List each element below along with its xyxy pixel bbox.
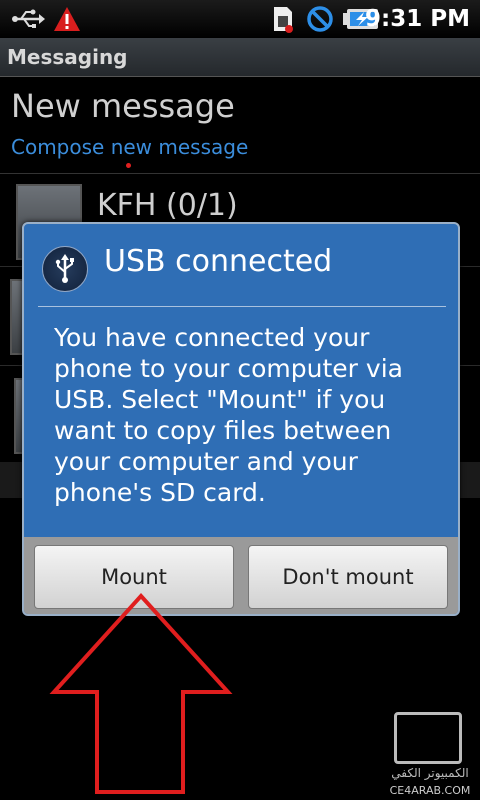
no-signal-icon [305,0,335,38]
new-message-title: New message [11,87,235,125]
warning-icon [52,0,82,38]
watermark-logo-icon [394,712,462,764]
usb-icon [42,246,88,292]
conversation-name: KFH (0/1) [97,188,238,223]
app-title: Messaging [7,45,128,69]
watermark-site-text: CE4ARAB.COM [389,784,471,797]
watermark-arabic-text: الكمبيوتر الكفي [391,766,469,780]
status-bar: 9:31 PM [0,0,480,38]
watermark: الكمبيوتر الكفي CE4ARAB.COM [382,708,478,798]
dialog-message: You have connected your phone to your co… [54,323,403,507]
dont-mount-button[interactable]: Don't mount [248,545,448,609]
new-message-subtitle: Compose new message [11,135,249,159]
status-time: 9:31 PM [365,6,470,32]
sim-icon [270,0,296,38]
dialog-title: USB connected [104,244,333,279]
usb-connected-dialog: USB connected You have connected your ph… [22,222,460,616]
app-title-bar: Messaging [0,38,480,77]
indicator-dot [126,163,131,168]
new-message-header[interactable]: New message Compose new message [0,77,480,174]
dialog-button-bar: Mount Don't mount [24,537,458,614]
mount-button[interactable]: Mount [34,545,234,609]
dialog-divider [38,306,446,307]
usb-icon [8,0,48,38]
